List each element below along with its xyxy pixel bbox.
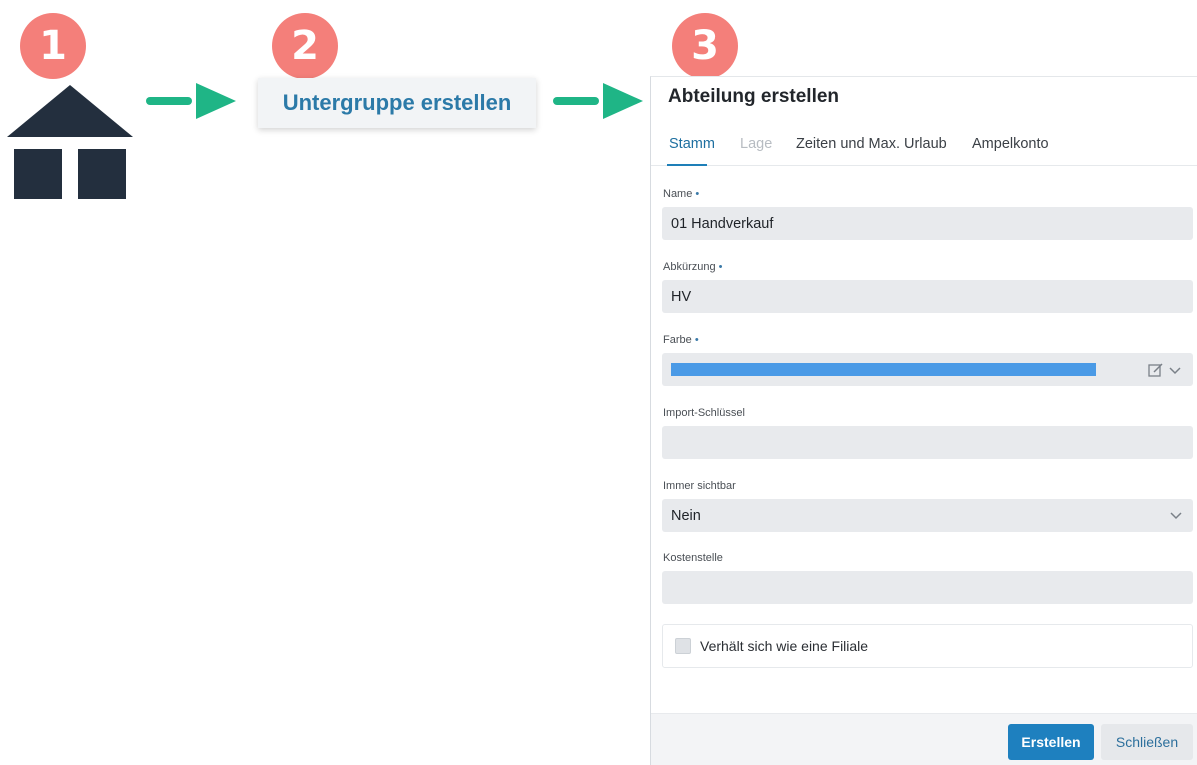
abbreviation-label: Abkürzung •: [663, 261, 723, 273]
color-swatch: [671, 363, 1096, 376]
edit-icon[interactable]: [1147, 361, 1183, 379]
abbreviation-input[interactable]: HV: [662, 280, 1193, 313]
cost-center-label: Kostenstelle: [663, 552, 723, 564]
close-button[interactable]: Schließen: [1101, 724, 1193, 760]
color-picker[interactable]: [662, 353, 1193, 386]
color-label: Farbe •: [663, 334, 699, 346]
abbreviation-value: HV: [671, 288, 692, 305]
arrow-right-icon: [553, 83, 643, 119]
name-input[interactable]: 01 Handverkauf: [662, 207, 1193, 240]
chevron-down-icon: [1170, 512, 1182, 520]
step-badge-1: 1: [20, 13, 86, 79]
create-button[interactable]: Erstellen: [1008, 724, 1094, 760]
name-value: 01 Handverkauf: [671, 215, 774, 232]
branch-behavior-label[interactable]: Verhält sich wie eine Filiale: [700, 638, 868, 654]
step-badge-2: 2: [272, 13, 338, 79]
cost-center-input[interactable]: [662, 571, 1193, 604]
house-icon: [7, 85, 133, 199]
always-visible-label: Immer sichtbar: [663, 480, 736, 492]
create-subgroup-menu-item[interactable]: Untergruppe erstellen: [258, 78, 536, 128]
dialog-tabs: Stamm Lage Zeiten und Max. Urlaub Ampelk…: [651, 132, 1197, 166]
active-tab-indicator: [667, 164, 707, 166]
tab-zeiten-urlaub[interactable]: Zeiten und Max. Urlaub: [796, 136, 947, 152]
tab-ampelkonto[interactable]: Ampelkonto: [972, 136, 1049, 152]
import-key-label: Import-Schlüssel: [663, 407, 745, 419]
name-label: Name •: [663, 188, 700, 200]
branch-behavior-row: Verhält sich wie eine Filiale: [662, 624, 1193, 668]
create-department-dialog: Abteilung erstellen Stamm Lage Zeiten un…: [650, 76, 1197, 765]
tab-lage: Lage: [740, 136, 773, 152]
dialog-footer: Erstellen Schließen: [651, 713, 1197, 765]
always-visible-value: Nein: [671, 507, 701, 524]
dialog-title: Abteilung erstellen: [668, 86, 840, 107]
step-badge-3: 3: [672, 13, 738, 79]
import-key-input[interactable]: [662, 426, 1193, 459]
always-visible-select[interactable]: Nein: [662, 499, 1193, 532]
arrow-right-icon: [146, 83, 236, 119]
tab-stamm[interactable]: Stamm: [669, 136, 715, 152]
branch-behavior-checkbox[interactable]: [675, 638, 691, 654]
